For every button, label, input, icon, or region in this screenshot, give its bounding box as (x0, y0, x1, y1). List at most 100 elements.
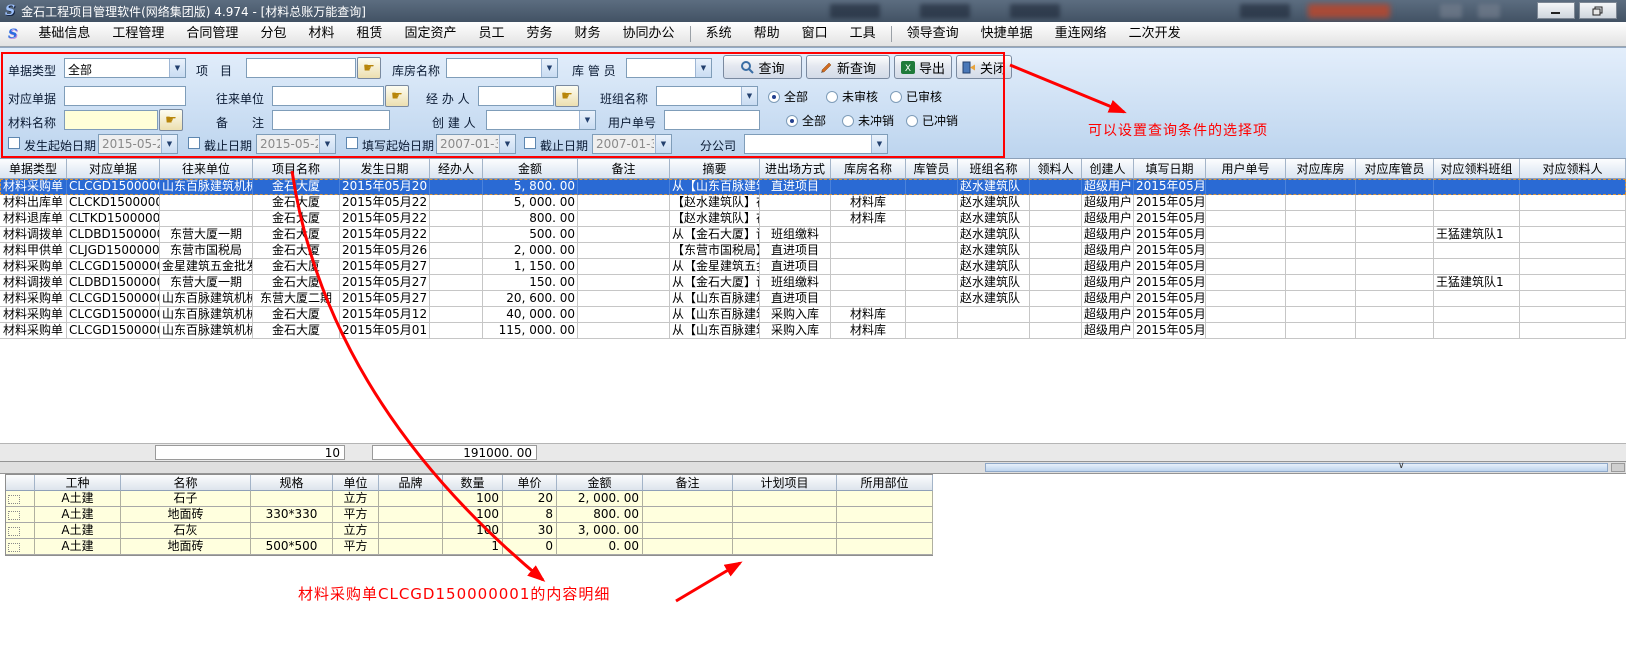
menu-item-5[interactable]: 租赁 (345, 22, 393, 46)
write-end-select[interactable]: 2007-01-31 ▼ (592, 134, 672, 154)
chevron-down-icon[interactable]: ▼ (579, 111, 595, 129)
column-header-5[interactable]: 经办人 (430, 159, 483, 179)
table-row[interactable]: 材料采购单CLCGD150000004山东百脉建筑机械金石大厦2015年05月1… (0, 307, 1626, 323)
chevron-down-icon[interactable]: ▼ (695, 59, 711, 77)
warehouse-select[interactable]: ▼ (446, 58, 558, 78)
close-button[interactable]: 关闭 (956, 55, 1012, 79)
handler-input[interactable] (478, 86, 554, 106)
detail-column-header-5[interactable]: 数量 (443, 475, 503, 491)
row-selector[interactable] (6, 523, 35, 539)
material-input[interactable] (64, 110, 158, 130)
table-row[interactable]: 材料采购单CLCGD150000005山东百脉建筑机械金石大厦2015年05月0… (0, 323, 1626, 339)
column-header-6[interactable]: 金额 (483, 159, 578, 179)
column-header-4[interactable]: 发生日期 (340, 159, 430, 179)
table-row[interactable]: 材料调拨单CLDBD150000001东营大厦一期金石大厦2015年05月22日… (0, 227, 1626, 243)
material-picker-button[interactable]: ☛ (159, 109, 183, 131)
menu-item-7[interactable]: 员工 (468, 22, 516, 46)
chevron-down-icon[interactable]: ▼ (161, 135, 177, 153)
column-header-10[interactable]: 库房名称 (831, 159, 906, 179)
table-row[interactable]: 材料采购单CLCGD150000002金星建筑五金批发金石大厦2015年05月2… (0, 259, 1626, 275)
end-date-checkbox[interactable] (188, 137, 200, 149)
menu-item-0[interactable]: 基础信息 (27, 22, 101, 46)
menu-item-4[interactable]: 材料 (297, 22, 345, 46)
menu-item-6[interactable]: 固定资产 (393, 22, 467, 46)
row-selector[interactable] (6, 507, 35, 523)
column-header-16[interactable]: 用户单号 (1206, 159, 1286, 179)
table-row[interactable]: 材料采购单CLCGD150000001山东百脉建筑机械金石大厦2015年05月2… (0, 179, 1626, 195)
column-header-0[interactable]: 单据类型 (0, 159, 67, 179)
handler-picker-button[interactable]: ☛ (555, 85, 579, 107)
collapse-chevron-icon[interactable]: ∨ (1398, 461, 1405, 471)
detail-column-header-2[interactable]: 规格 (251, 475, 333, 491)
write-start-select[interactable]: 2007-01-31 ▼ (436, 134, 516, 154)
writeoff-pending-radio[interactable]: 未冲销 (842, 112, 894, 129)
writeoff-all-radio[interactable]: 全部 (786, 112, 826, 129)
column-header-18[interactable]: 对应库管员 (1356, 159, 1434, 179)
start-date-select[interactable]: 2015-05-28 ▼ (98, 134, 178, 154)
detail-column-header-10[interactable]: 所用部位 (837, 475, 933, 491)
chevron-down-icon[interactable]: ▼ (741, 87, 757, 105)
chevron-down-icon[interactable]: ▼ (871, 135, 887, 153)
related-doc-input[interactable] (64, 86, 186, 106)
row-selector[interactable] (6, 539, 35, 555)
chevron-down-icon[interactable]: ▼ (319, 135, 335, 153)
audit-done-radio[interactable]: 已审核 (890, 88, 942, 105)
write-start-checkbox[interactable] (346, 137, 358, 149)
detail-column-header-4[interactable]: 品牌 (379, 475, 443, 491)
project-input[interactable] (246, 58, 356, 78)
detail-column-header-6[interactable]: 单价 (503, 475, 557, 491)
end-date-select[interactable]: 2015-05-28 ▼ (256, 134, 336, 154)
keeper-select[interactable]: ▼ (626, 58, 712, 78)
restore-button[interactable] (1579, 2, 1617, 19)
detail-column-header-8[interactable]: 备注 (643, 475, 733, 491)
column-header-3[interactable]: 项目名称 (253, 159, 340, 179)
column-header-9[interactable]: 进出场方式 (760, 159, 831, 179)
table-row[interactable]: 材料采购单CLCGD150000003山东百脉建筑机械东营大厦二期2015年05… (0, 291, 1626, 307)
minimize-button[interactable] (1537, 2, 1575, 19)
column-header-17[interactable]: 对应库房 (1286, 159, 1356, 179)
new-search-button[interactable]: 新查询 (806, 55, 890, 79)
chevron-down-icon[interactable]: ▼ (499, 135, 515, 153)
detail-row[interactable]: A土建地面砖500*500平方100. 00 (6, 539, 932, 555)
column-header-1[interactable]: 对应单据 (67, 159, 160, 179)
column-header-12[interactable]: 班组名称 (958, 159, 1030, 179)
detail-row[interactable]: A土建石灰立方100303, 000. 00 (6, 523, 932, 539)
table-row[interactable]: 材料退库单CLTKD150000001金石大厦2015年05月22日800. 0… (0, 211, 1626, 227)
menu-item-40[interactable]: 领导查询 (896, 22, 970, 46)
table-row[interactable]: 材料调拨单CLDBD150000002东营大厦一期金石大厦2015年05月27日… (0, 275, 1626, 291)
writeoff-done-radio[interactable]: 已冲销 (906, 112, 958, 129)
search-button[interactable]: 查询 (723, 55, 802, 79)
team-select[interactable]: ▼ (656, 86, 758, 106)
menu-item-3[interactable]: 分包 (249, 22, 297, 46)
chevron-down-icon[interactable]: ▼ (169, 59, 185, 77)
menu-item-1[interactable]: 工程管理 (101, 22, 175, 46)
column-header-7[interactable]: 备注 (578, 159, 670, 179)
menu-item-22[interactable]: 窗口 (791, 22, 839, 46)
menu-item-23[interactable]: 工具 (839, 22, 887, 46)
detail-column-header-1[interactable]: 名称 (121, 475, 251, 491)
detail-column-header-0[interactable]: 工种 (35, 475, 121, 491)
audit-pending-radio[interactable]: 未审核 (826, 88, 878, 105)
menu-item-21[interactable]: 帮助 (743, 22, 791, 46)
menu-item-8[interactable]: 劳务 (516, 22, 564, 46)
menu-item-10[interactable]: 协同办公 (612, 22, 686, 46)
column-header-15[interactable]: 填写日期 (1134, 159, 1206, 179)
menu-item-43[interactable]: 二次开发 (1118, 22, 1192, 46)
project-picker-button[interactable]: ☛ (357, 57, 381, 79)
chevron-down-icon[interactable]: ▼ (655, 135, 671, 153)
chevron-down-icon[interactable]: ▼ (541, 59, 557, 77)
detail-column-header-7[interactable]: 金额 (557, 475, 643, 491)
detail-column-header-9[interactable]: 计划项目 (733, 475, 837, 491)
write-end-checkbox[interactable] (524, 137, 536, 149)
audit-all-radio[interactable]: 全部 (768, 88, 808, 105)
menu-item-41[interactable]: 快捷单据 (970, 22, 1044, 46)
partner-input[interactable] (272, 86, 384, 106)
remark-input[interactable] (272, 110, 390, 130)
user-no-input[interactable] (664, 110, 760, 130)
partner-picker-button[interactable]: ☛ (385, 85, 409, 107)
menu-item-42[interactable]: 重连网络 (1044, 22, 1118, 46)
detail-row[interactable]: A土建石子立方100202, 000. 00 (6, 491, 932, 507)
column-header-2[interactable]: 往来单位 (160, 159, 253, 179)
scrollbar-thumb[interactable] (985, 463, 1608, 472)
detail-column-header-3[interactable]: 单位 (333, 475, 379, 491)
